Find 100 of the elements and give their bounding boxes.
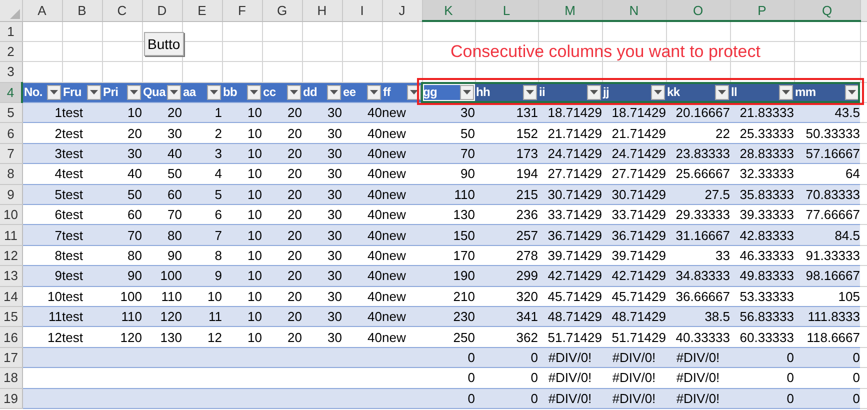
table-cell: 100 [102,286,142,306]
table-cell: new [382,326,422,348]
row-header[interactable]: 5 [0,102,22,123]
column-title: Pri [103,85,118,100]
table-cell: 20 [262,326,302,348]
filter-dropdown-button[interactable] [207,84,221,100]
row-header[interactable]: 19 [0,388,22,408]
column-header[interactable]: F [222,0,262,21]
caret-icon [50,90,58,95]
table-cell: 10 [222,122,262,144]
form-button[interactable]: Butto [144,32,184,56]
filter-dropdown-button[interactable] [523,84,537,100]
row-header[interactable]: 16 [0,326,22,348]
row-header[interactable]: 6 [0,122,22,144]
table-cell: 10 [222,164,262,184]
table-cell: 7 [22,224,62,246]
table-cell: 2 [22,122,62,144]
filter-dropdown-button[interactable] [587,84,601,100]
column-header[interactable]: N [602,0,666,21]
filter-dropdown-button[interactable] [367,84,381,100]
table-cell: 25.66667 [666,164,730,184]
column-header[interactable]: A [22,0,62,21]
caret-icon [463,90,471,95]
table-cell: 190 [422,266,475,286]
table-cell: 30 [142,122,182,144]
row-header[interactable]: 3 [0,62,22,82]
column-header[interactable]: I [342,0,382,21]
table-cell: 250 [422,326,475,348]
column-header[interactable]: E [182,0,222,21]
row-header[interactable]: 10 [0,204,22,225]
table-cell: 10 [182,286,222,306]
row-header[interactable]: 18 [0,368,22,388]
table-cell: 20 [262,306,302,327]
table-cell: 22 [666,122,730,144]
filter-dropdown-button[interactable] [779,84,793,100]
column-title: aa [183,85,196,100]
column-header[interactable]: Q [794,0,860,21]
row-header[interactable]: 8 [0,164,22,184]
table-cell: 40 [342,326,382,348]
row-header[interactable]: 13 [0,266,22,286]
filter-dropdown-button[interactable] [47,84,61,100]
column-title: Qua [143,85,166,100]
column-header[interactable]: O [666,0,730,21]
row-header[interactable]: 7 [0,143,22,164]
filter-dropdown-button[interactable] [460,84,474,100]
table-cell: new [382,143,422,164]
table-cell: 51.71429 [602,326,666,348]
column-header[interactable]: M [538,0,602,21]
table-cell: #DIV/0! [666,368,730,388]
filter-dropdown-button[interactable] [247,84,261,100]
column-header[interactable]: B [62,0,102,21]
table-cell: 20 [102,122,142,144]
table-cell: 30 [302,184,342,205]
table-cell: 24.71429 [538,143,602,164]
table-cell: new [382,164,422,184]
caret-icon [90,90,98,95]
column-header[interactable]: H [302,0,342,21]
table-cell: 3 [22,143,62,164]
table-cell: 21.71429 [602,122,666,144]
table-cell: 10 [222,224,262,246]
filter-dropdown-button[interactable] [167,84,181,100]
table-cell: test [62,143,102,164]
column-header[interactable]: D [142,0,182,21]
row-header[interactable]: 15 [0,306,22,327]
table-cell: 173 [475,143,538,164]
column-header[interactable]: L [475,0,538,21]
column-header[interactable]: C [102,0,142,21]
table-cell: 98.16667 [794,266,860,286]
table-cell: 5 [182,184,222,205]
column-title: cc [263,85,276,100]
table-cell: 56.83333 [730,306,794,327]
filter-dropdown-button[interactable] [127,84,141,100]
filter-dropdown-button[interactable] [651,84,665,100]
filter-dropdown-button[interactable] [87,84,101,100]
column-header[interactable]: P [730,0,794,21]
column-header[interactable]: K [422,0,475,21]
row-header[interactable]: 11 [0,224,22,246]
table-cell: 1 [22,102,62,123]
table-cell: 5 [22,184,62,205]
table-cell: 25.33333 [730,122,794,144]
filter-dropdown-button[interactable] [327,84,341,100]
row-header[interactable]: 12 [0,245,22,266]
row-header[interactable]: 9 [0,184,22,205]
table-cell: 38.5 [666,306,730,327]
row-header[interactable]: 2 [0,41,22,62]
table-cell: 0 [475,368,538,388]
table-cell: 20 [262,164,302,184]
table-cell: 110 [142,286,182,306]
row-header[interactable]: 1 [0,21,22,42]
filter-dropdown-button[interactable] [715,84,729,100]
row-header[interactable]: 14 [0,286,22,306]
filter-dropdown-button[interactable] [287,84,301,100]
column-header[interactable]: G [262,0,302,21]
table-cell: 110 [102,306,142,327]
row-header[interactable]: 17 [0,347,22,368]
filter-dropdown-button[interactable] [845,84,859,100]
table-cell: #DIV/0! [602,388,666,408]
table-cell: 210 [422,286,475,306]
column-header[interactable]: J [382,0,422,21]
row-header[interactable]: 4 [0,82,22,103]
